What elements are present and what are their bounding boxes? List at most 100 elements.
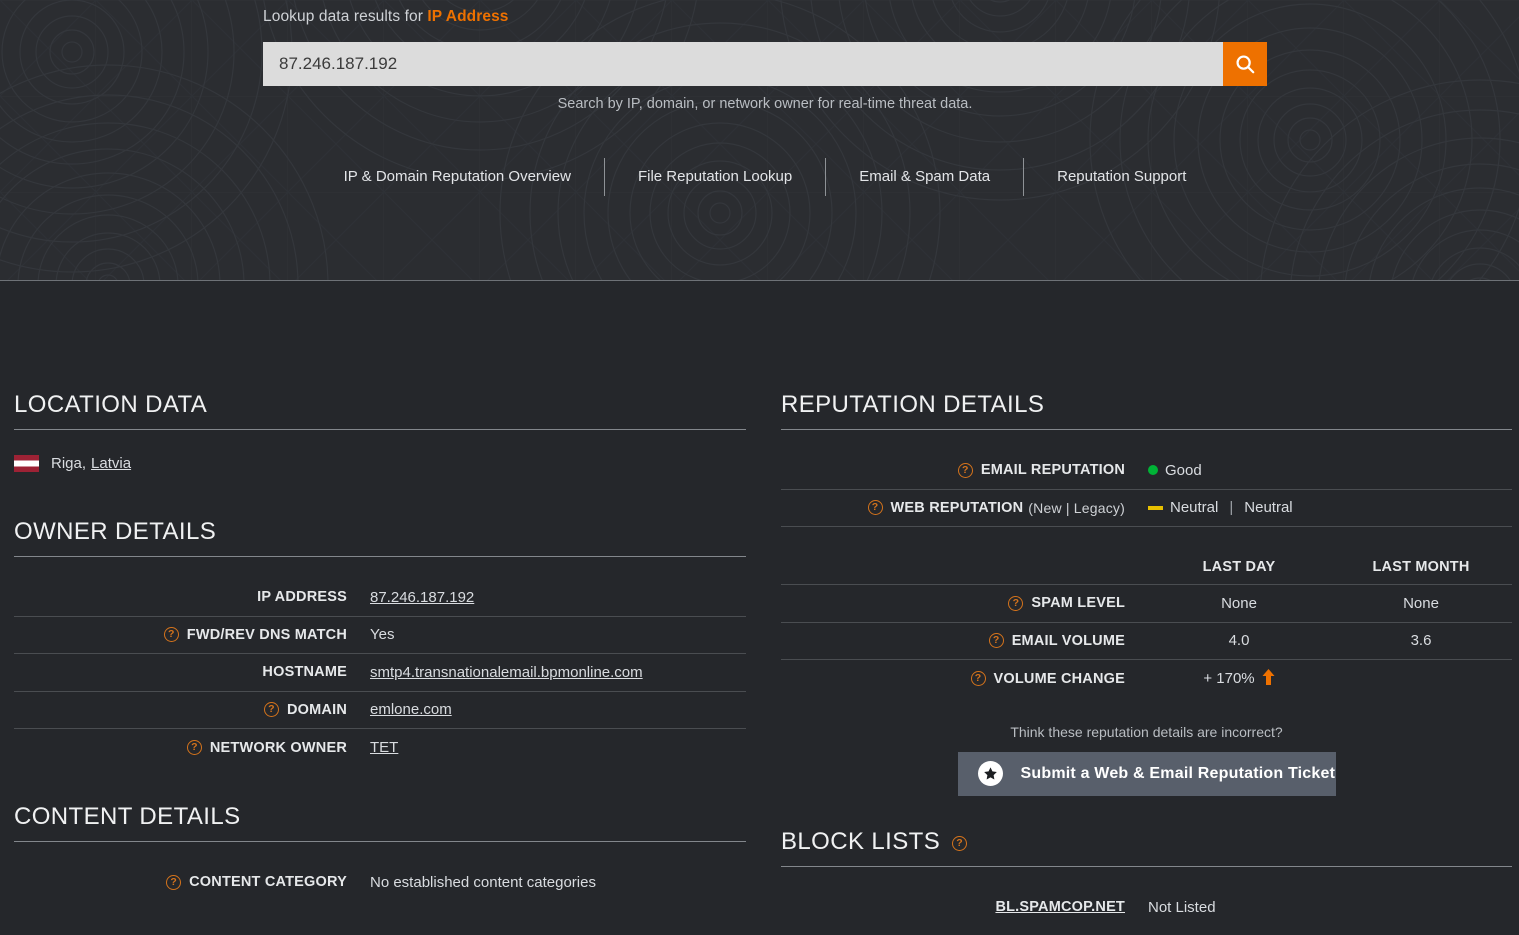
search-input[interactable] — [263, 42, 1223, 86]
page-body: LOCATION DATA Riga, Latvia OWNER DETAILS… — [0, 281, 1519, 934]
block-list-name-link[interactable]: BL.SPAMCOP.NET — [995, 899, 1125, 915]
owner-details-section: OWNER DETAILS IP ADDRESS 87.246.187.192 … — [14, 472, 746, 767]
row-label: ? VOLUME CHANGE — [781, 671, 1148, 687]
lookup-title-prefix: Lookup data results for — [263, 8, 428, 25]
web-reputation-new-value: Neutral — [1170, 499, 1219, 517]
row-label-text: HOSTNAME — [262, 664, 347, 681]
row-sublabel: (New | Legacy) — [1028, 499, 1125, 516]
tab-reputation-support[interactable]: Reputation Support — [1024, 158, 1219, 196]
row-label: ? WEB REPUTATION (New | Legacy) — [781, 500, 1148, 516]
row-value: 87.246.187.192 — [370, 589, 474, 606]
reputation-stats-table: LAST DAY LAST MONTH ? SPAM LEVEL None No… — [781, 549, 1512, 698]
help-icon[interactable]: ? — [166, 874, 182, 890]
row-value: smtp4.transnationalemail.bpmonline.com — [370, 664, 643, 681]
location-city: Riga, — [51, 455, 87, 472]
help-icon[interactable]: ? — [263, 702, 279, 718]
nav-tabs: IP & Domain Reputation Overview File Rep… — [263, 158, 1267, 196]
row-label-text: FWD/REV DNS MATCH — [186, 626, 347, 643]
row-label: ? NETWORK OWNER — [14, 740, 370, 756]
yellow-dash-icon — [1148, 505, 1163, 510]
tab-email-spam-data[interactable]: Email & Spam Data — [826, 158, 1023, 196]
help-icon[interactable]: ? — [163, 627, 179, 643]
block-lists-heading: BLOCK LISTS ? — [781, 828, 1512, 856]
email-volume-last-day: 4.0 — [1228, 632, 1250, 650]
left-column: LOCATION DATA Riga, Latvia OWNER DETAILS… — [14, 281, 746, 901]
submit-reputation-ticket-button[interactable]: Submit a Web & Email Reputation Ticket — [957, 751, 1336, 796]
email-volume-last-month: 3.6 — [1410, 632, 1432, 650]
help-icon[interactable]: ? — [1008, 595, 1024, 611]
row-label: ? EMAIL REPUTATION — [781, 462, 1148, 478]
table-row: ? VOLUME CHANGE + 170% — [781, 660, 1512, 698]
stats-header-row: LAST DAY LAST MONTH — [781, 549, 1512, 585]
volume-change-value: + 170% — [1203, 670, 1255, 688]
row-label-text: DOMAIN — [286, 701, 347, 718]
spam-level-last-day: None — [1221, 594, 1257, 612]
row-label: ? FWD/REV DNS MATCH — [14, 627, 370, 643]
row-label-text: EMAIL REPUTATION — [980, 462, 1125, 479]
row-label: ? SPAM LEVEL — [781, 595, 1148, 611]
section-divider — [14, 556, 746, 557]
help-icon[interactable]: ? — [970, 671, 986, 687]
section-divider — [781, 865, 1512, 867]
dns-match-value: Yes — [370, 626, 395, 644]
row-label-text: EMAIL VOLUME — [1011, 632, 1125, 649]
email-reputation-value: Good — [1165, 461, 1202, 479]
volume-change-last-day: + 170% — [1148, 668, 1330, 689]
column-header-last-month: LAST MONTH — [1372, 558, 1470, 575]
network-owner-link[interactable]: TET — [370, 739, 398, 756]
reputation-ticket-block: Think these reputation details are incor… — [781, 724, 1512, 796]
row-value: Yes — [370, 626, 394, 643]
ip-address-link[interactable]: 87.246.187.192 — [370, 589, 474, 606]
section-divider — [14, 429, 746, 430]
hostname-link[interactable]: smtp4.transnationalemail.bpmonline.com — [370, 664, 643, 681]
table-row: ? EMAIL VOLUME 4.0 3.6 — [781, 623, 1512, 660]
star-icon — [977, 761, 1003, 786]
row-label: ? DOMAIN — [14, 702, 370, 718]
page-header: Lookup data results for IP Address Searc… — [0, 0, 1519, 281]
help-icon[interactable]: ? — [186, 740, 202, 756]
table-row: ? NETWORK OWNER TET — [14, 729, 746, 767]
lookup-title-target: IP Address — [427, 8, 509, 25]
row-value: TET — [370, 739, 398, 756]
table-row: BL.SPAMCOP.NET Not Listed — [781, 889, 1512, 926]
row-label-text: VOLUME CHANGE — [993, 670, 1125, 687]
row-label: ? EMAIL VOLUME — [781, 633, 1148, 649]
section-divider — [14, 840, 746, 842]
row-value: No established content categories — [370, 874, 596, 891]
row-label-text: WEB REPUTATION — [890, 499, 1024, 516]
row-label: ? CONTENT CATEGORY — [14, 874, 370, 890]
help-icon[interactable]: ? — [867, 500, 883, 516]
content-details-heading: CONTENT DETAILS — [14, 802, 241, 830]
tab-ip-domain-reputation-overview[interactable]: IP & Domain Reputation Overview — [311, 158, 604, 196]
search-hint: Search by IP, domain, or network owner f… — [557, 96, 973, 112]
help-icon[interactable]: ? — [957, 462, 973, 478]
row-label-text: CONTENT CATEGORY — [189, 874, 347, 891]
spam-level-last-month: None — [1403, 594, 1439, 612]
block-lists-heading-text: BLOCK LISTS — [781, 827, 941, 855]
domain-link[interactable]: emlone.com — [370, 701, 452, 718]
table-row: ? SPAM LEVEL None None — [781, 585, 1512, 623]
location-data-heading: LOCATION DATA — [14, 391, 208, 418]
table-row: ? CONTENT CATEGORY No established conten… — [14, 864, 746, 902]
help-icon[interactable]: ? — [988, 633, 1004, 649]
right-column: REPUTATION DETAILS ? EMAIL REPUTATION Go… — [781, 281, 1512, 926]
reputation-details-heading: REPUTATION DETAILS — [781, 391, 1045, 418]
search-button[interactable] — [1223, 42, 1267, 86]
section-divider — [781, 429, 1512, 430]
lookup-title: Lookup data results for IP Address — [263, 8, 509, 26]
location-data-section: LOCATION DATA Riga, Latvia — [14, 281, 746, 472]
table-row: ? EMAIL REPUTATION Good — [781, 452, 1512, 490]
row-value: Good — [1148, 462, 1202, 479]
table-row: ? FWD/REV DNS MATCH Yes — [14, 617, 746, 654]
table-row: IP ADDRESS 87.246.187.192 — [14, 579, 746, 617]
tab-file-reputation-lookup[interactable]: File Reputation Lookup — [605, 158, 825, 196]
value-separator: | — [1229, 499, 1234, 517]
block-lists-section: BLOCK LISTS ? BL.SPAMCOP.NET Not Listed — [781, 796, 1512, 926]
block-lists-table: BL.SPAMCOP.NET Not Listed — [781, 889, 1512, 926]
column-header-last-day: LAST DAY — [1202, 558, 1276, 575]
location-country-link[interactable]: Latvia — [91, 455, 131, 472]
help-icon[interactable]: ? — [952, 836, 968, 851]
row-label: HOSTNAME — [14, 664, 370, 680]
table-row: ? WEB REPUTATION (New | Legacy) Neutral … — [781, 490, 1512, 527]
latvia-flag-icon — [14, 455, 39, 472]
